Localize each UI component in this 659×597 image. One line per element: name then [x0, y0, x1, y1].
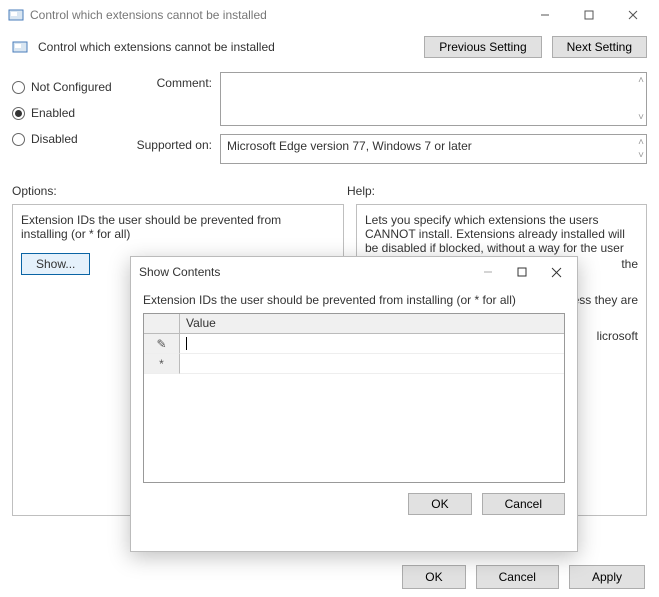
value-column-header: Value — [180, 314, 564, 334]
radio-label: Enabled — [31, 106, 75, 120]
radio-enabled[interactable]: Enabled — [12, 106, 132, 120]
previous-setting-button[interactable]: Previous Setting — [424, 36, 541, 58]
minimize-button[interactable] — [523, 0, 567, 30]
scroll-up-icon[interactable]: ˄ — [638, 137, 644, 148]
radio-icon — [12, 133, 25, 146]
ok-button[interactable]: OK — [402, 565, 465, 589]
grid-row[interactable]: ✎ — [144, 334, 564, 354]
gpo-icon — [12, 39, 28, 55]
maximize-button[interactable] — [505, 257, 539, 287]
scroll-down-icon[interactable]: ˅ — [638, 112, 644, 123]
radio-label: Not Configured — [31, 80, 112, 94]
value-cell[interactable] — [180, 354, 564, 374]
minimize-button[interactable] — [471, 257, 505, 287]
radio-disabled[interactable]: Disabled — [12, 132, 132, 146]
window-title: Control which extensions cannot be insta… — [30, 8, 267, 22]
grid-row[interactable]: * — [144, 354, 564, 374]
prevent-label: Extension IDs the user should be prevent… — [21, 213, 321, 241]
radio-icon — [12, 81, 25, 94]
radio-not-configured[interactable]: Not Configured — [12, 80, 132, 94]
window-titlebar: Control which extensions cannot be insta… — [0, 0, 659, 30]
gpo-icon — [8, 7, 24, 23]
comment-input[interactable]: ˄ ˅ — [220, 72, 647, 126]
show-button[interactable]: Show... — [21, 253, 90, 275]
help-label: Help: — [347, 184, 375, 198]
text-cursor — [186, 337, 187, 350]
scroll-down-icon[interactable]: ˅ — [638, 150, 644, 161]
close-button[interactable] — [539, 257, 573, 287]
dialog-titlebar: Show Contents — [131, 257, 577, 287]
value-cell[interactable] — [180, 334, 564, 354]
close-button[interactable] — [611, 0, 655, 30]
value-grid[interactable]: Value ✎ * — [143, 313, 565, 483]
dialog-cancel-button[interactable]: Cancel — [482, 493, 565, 515]
dialog-buttons: OK Cancel Apply — [0, 557, 659, 597]
supported-value: Microsoft Edge version 77, Windows 7 or … — [227, 139, 472, 153]
next-setting-button[interactable]: Next Setting — [552, 36, 647, 58]
row-marker: ✎ — [144, 334, 180, 354]
cancel-button[interactable]: Cancel — [476, 565, 559, 589]
radio-icon — [12, 107, 25, 120]
radio-label: Disabled — [31, 132, 78, 146]
page-title: Control which extensions cannot be insta… — [38, 40, 414, 54]
options-label: Options: — [12, 184, 347, 198]
help-text: Lets you specify which extensions the us… — [365, 213, 638, 255]
apply-button[interactable]: Apply — [569, 565, 645, 589]
dialog-ok-button[interactable]: OK — [408, 493, 471, 515]
comment-label: Comment: — [132, 72, 220, 90]
scroll-up-icon[interactable]: ˄ — [638, 75, 644, 86]
row-marker: * — [144, 354, 180, 374]
supported-label: Supported on: — [132, 134, 220, 152]
dialog-title: Show Contents — [139, 265, 220, 279]
row-header-corner — [144, 314, 180, 334]
show-contents-dialog: Show Contents Extension IDs the user sho… — [130, 256, 578, 552]
dialog-instruction: Extension IDs the user should be prevent… — [143, 293, 565, 307]
maximize-button[interactable] — [567, 0, 611, 30]
supported-box: Microsoft Edge version 77, Windows 7 or … — [220, 134, 647, 164]
